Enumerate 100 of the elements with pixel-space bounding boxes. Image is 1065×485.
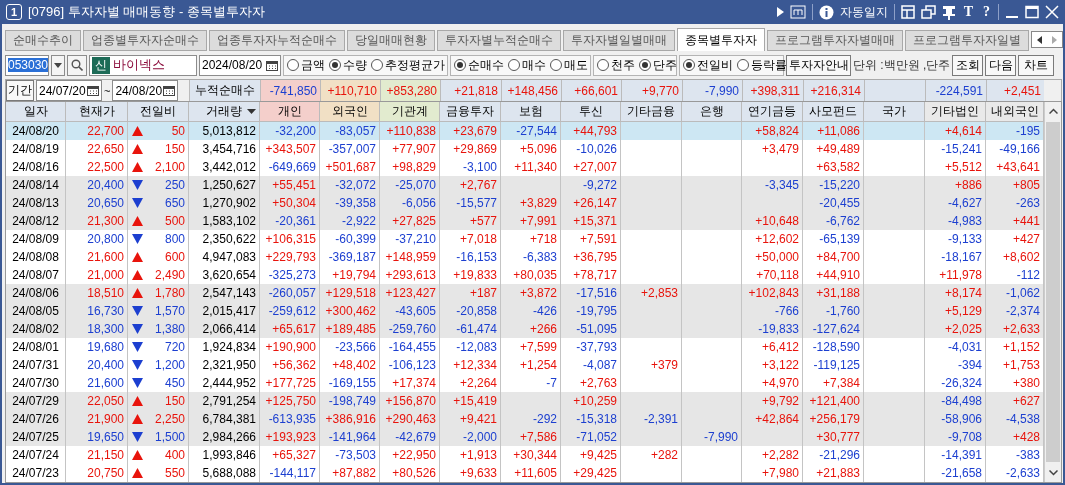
left-arrow-icon[interactable]	[1037, 35, 1042, 44]
column-header[interactable]: 현재가	[66, 102, 128, 122]
tab[interactable]: 당일매매현황	[347, 30, 435, 51]
radio-button[interactable]	[329, 59, 341, 71]
table-row[interactable]: 24/08/13 20,650 650 1,270,902 +50,304 -39,358 -6,056 -15,577 +3,829 +26,147 -20,455 -4,627 -263	[6, 194, 1044, 212]
table-row[interactable]: 24/07/26 21,900 2,250 6,784,381 -613,935 +386,916 +290,463 +9,421 -292 -15,318 -2,391 +42,864 +256,179 -58,906 -4,538	[6, 410, 1044, 428]
radio-button[interactable]	[550, 59, 562, 71]
table-cell: 5,688,088	[189, 464, 260, 482]
calendar-icon[interactable]	[163, 85, 176, 96]
auto-log-link[interactable]: 자동일지	[839, 3, 888, 21]
column-header[interactable]: 보험	[501, 102, 561, 122]
tab[interactable]: 업종별투자자순매수	[83, 30, 207, 51]
help-button[interactable]: ?	[981, 4, 992, 20]
calendar-icon[interactable]	[87, 85, 99, 96]
close-icon[interactable]	[1045, 5, 1059, 19]
radio-label[interactable]: 단주	[653, 56, 677, 74]
column-header[interactable]: 기타금융	[621, 102, 682, 122]
action-button[interactable]: 다음	[985, 54, 1017, 76]
tab[interactable]: 투자자별일별매매	[563, 30, 675, 51]
table-row[interactable]: 24/07/29 22,050 150 2,791,254 +125,750 -198,749 +156,870 +15,419 +10,259 +9,792 +121,400 -84,498 +627	[6, 392, 1044, 410]
tab[interactable]: 순매수추이	[5, 30, 81, 51]
radio-button[interactable]	[287, 59, 299, 71]
radio-label[interactable]: 천주	[611, 56, 635, 74]
radio-label[interactable]: 매도	[564, 56, 588, 74]
table-row[interactable]: 24/08/06 18,510 1,780 2,547,143 -260,057 +129,518 +123,427 +187 +3,872 -17,516 +2,853 +102,843 +31,188 +8,174 -1,062	[6, 284, 1044, 302]
investor-guide-button[interactable]: 투자자안내	[786, 54, 851, 76]
table-row[interactable]: 24/08/20 22,700 50 5,013,812 -32,200 -83,057 +110,838 +23,679 -27,544 +44,793 +58,824 +11,086 +4,614 -195	[6, 122, 1044, 140]
sort-caret-icon[interactable]	[247, 109, 256, 114]
tab[interactable]: 종목별투자자	[677, 28, 765, 51]
column-header[interactable]: 거래량	[189, 102, 260, 122]
radio-label[interactable]: 등락률	[751, 56, 787, 74]
column-header[interactable]: 내외국인	[986, 102, 1044, 122]
tab[interactable]: 업종투자자누적순매수	[209, 30, 345, 51]
table-row[interactable]: 24/08/07 21,000 2,490 3,620,654 -325,273 +19,794 +293,613 +19,833 +80,035 +78,717 +70,118 +44,910 +11,978 -112	[6, 266, 1044, 284]
table-row[interactable]: 24/08/01 19,680 720 1,924,834 +190,900 -23,566 -164,455 -12,083 +7,599 -37,793 +6,412 -128,590 -4,031 +1,152	[6, 338, 1044, 356]
table-row[interactable]: 24/08/09 20,800 800 2,350,622 +106,315 -60,399 -37,210 +7,018 +718 +7,591 +12,602 -65,139 -9,133 +427	[6, 230, 1044, 248]
radio-button[interactable]	[508, 59, 520, 71]
column-header[interactable]: 외국인	[320, 102, 380, 122]
info-icon[interactable]	[818, 4, 834, 20]
radio-button[interactable]	[371, 59, 383, 71]
dropdown-button[interactable]	[51, 54, 65, 76]
play-icon[interactable]	[776, 7, 784, 17]
radio-label[interactable]: 매수	[522, 56, 546, 74]
action-button[interactable]: 차트	[1018, 54, 1055, 76]
table-row[interactable]: 24/08/19 22,650 150 3,454,716 +343,507 -357,007 +77,907 +29,869 +5,096 -10,026 +3,479 +49,489 -15,241 -49,166	[6, 140, 1044, 158]
radio-label[interactable]: 순매수	[468, 56, 504, 74]
search-icon[interactable]	[71, 59, 83, 71]
table-row[interactable]: 24/08/05 16,730 1,570 2,015,417 -259,612 +300,462 -43,605 -20,858 -426 -19,795 -766 -1,760 +5,129 -2,374	[6, 302, 1044, 320]
table-row[interactable]: 24/08/02 18,300 1,380 2,066,414 +65,617 +189,485 -259,760 -61,474 +266 -51,095 -19,833 -127,624 +2,025 +2,633	[6, 320, 1044, 338]
column-header[interactable]: 국가	[864, 102, 925, 122]
table-row[interactable]: 24/08/16 22,500 2,100 3,442,012 -649,669 +501,687 +98,829 -3,100 +11,340 +27,007 +63,582 +5,512 +43,641	[6, 158, 1044, 176]
table-row[interactable]: 24/07/25 19,650 1,500 2,984,266 +193,923 -141,964 -42,679 -2,000 +7,586 -71,052 -7,990 +30,777 -9,708 +428	[6, 428, 1044, 446]
search-button[interactable]	[67, 54, 87, 76]
radio-button[interactable]	[597, 59, 609, 71]
column-header[interactable]: 금융투자	[440, 102, 501, 122]
radio-button[interactable]	[683, 59, 695, 71]
radio-button[interactable]	[454, 59, 466, 71]
caret-icon[interactable]	[54, 62, 62, 68]
table-row[interactable]: 24/08/08 21,600 600 4,947,083 +229,793 -369,187 +148,959 -16,153 -6,383 +36,795 +50,000 +84,700 -18,167 +8,602	[6, 248, 1044, 266]
column-header[interactable]: 기관계	[380, 102, 440, 122]
column-header[interactable]: 일자	[6, 102, 66, 122]
radio-button[interactable]	[737, 59, 749, 71]
windows-icon[interactable]	[920, 5, 936, 19]
scroll-thumb[interactable]	[1046, 122, 1060, 462]
column-header[interactable]: 투신	[561, 102, 621, 122]
column-header[interactable]: 사모펀드	[803, 102, 864, 122]
end-date-field[interactable]: 24/08/20	[112, 80, 179, 101]
radio-button[interactable]	[639, 59, 651, 71]
m-box-icon[interactable]	[789, 5, 806, 19]
pin-icon[interactable]	[941, 4, 956, 20]
action-button[interactable]: 조회	[952, 54, 984, 76]
table-row[interactable]: 24/08/12 21,300 500 1,583,102 -20,361 -2,922 +27,825 +577 +7,991 +15,371 +10,648 -6,762 -4,983 +441	[6, 212, 1044, 230]
period-button[interactable]: 기간	[6, 80, 34, 101]
tab[interactable]: 프로그램투자자일별	[905, 30, 1029, 51]
stock-code-field[interactable]: 053030	[5, 54, 49, 76]
radio-label[interactable]: 수량	[343, 56, 367, 74]
table-row[interactable]: 24/07/24 21,150 400 1,993,846 +65,327 -73,503 +22,950 +1,913 +30,344 +9,425 +282 +2,282 -21,296 -14,391 -383	[6, 446, 1044, 464]
radio-label[interactable]: 전일비	[697, 56, 733, 74]
date-field[interactable]: 2024/08/20	[199, 54, 281, 76]
tab[interactable]: 프로그램투자자별매매	[767, 30, 903, 51]
column-header[interactable]: 기타법인	[925, 102, 986, 122]
radio-label[interactable]: 추정평균가	[385, 56, 445, 74]
table-row[interactable]: 24/07/31 20,400 1,200 2,321,950 +56,362 +48,402 -106,123 +12,334 +1,254 -4,087 +379 +3,122 -119,125 -394 +1,753	[6, 356, 1044, 374]
maximize-icon[interactable]	[1025, 5, 1039, 19]
layout-icon[interactable]	[900, 5, 915, 19]
column-header[interactable]: 연기금등	[742, 102, 803, 122]
font-button[interactable]: T	[961, 4, 975, 20]
stock-name-field[interactable]: 신 바이넥스	[89, 54, 197, 76]
calendar-icon[interactable]	[266, 59, 278, 71]
start-date-field[interactable]: 24/07/20	[36, 80, 102, 101]
chevron-up-icon[interactable]	[1048, 108, 1058, 114]
table-row[interactable]: 24/07/23 20,750 550 5,688,088 -144,117 +87,882 +80,526 +9,633 +11,605 +29,425 +7,980 +21,883 -21,658 -2,633	[6, 464, 1044, 482]
table-row[interactable]: 24/08/14 20,400 250 1,250,627 +55,451 -32,072 -25,070 +2,767 -9,272 -3,345 -15,220 +886 +805	[6, 176, 1044, 194]
chevron-down-icon[interactable]	[1048, 470, 1058, 476]
table-row[interactable]: 24/07/30 21,600 450 2,444,952 +177,725 -169,155 +17,374 +2,264 -7 +2,763 +4,970 +7,384 -26,324 +380	[6, 374, 1044, 392]
column-header[interactable]: 개인	[260, 102, 320, 122]
column-header[interactable]: 전일비	[128, 102, 189, 122]
tab[interactable]: 투자자별누적순매수	[437, 30, 561, 51]
column-header[interactable]: 은행	[682, 102, 742, 122]
radio-label[interactable]: 금액	[301, 56, 325, 74]
